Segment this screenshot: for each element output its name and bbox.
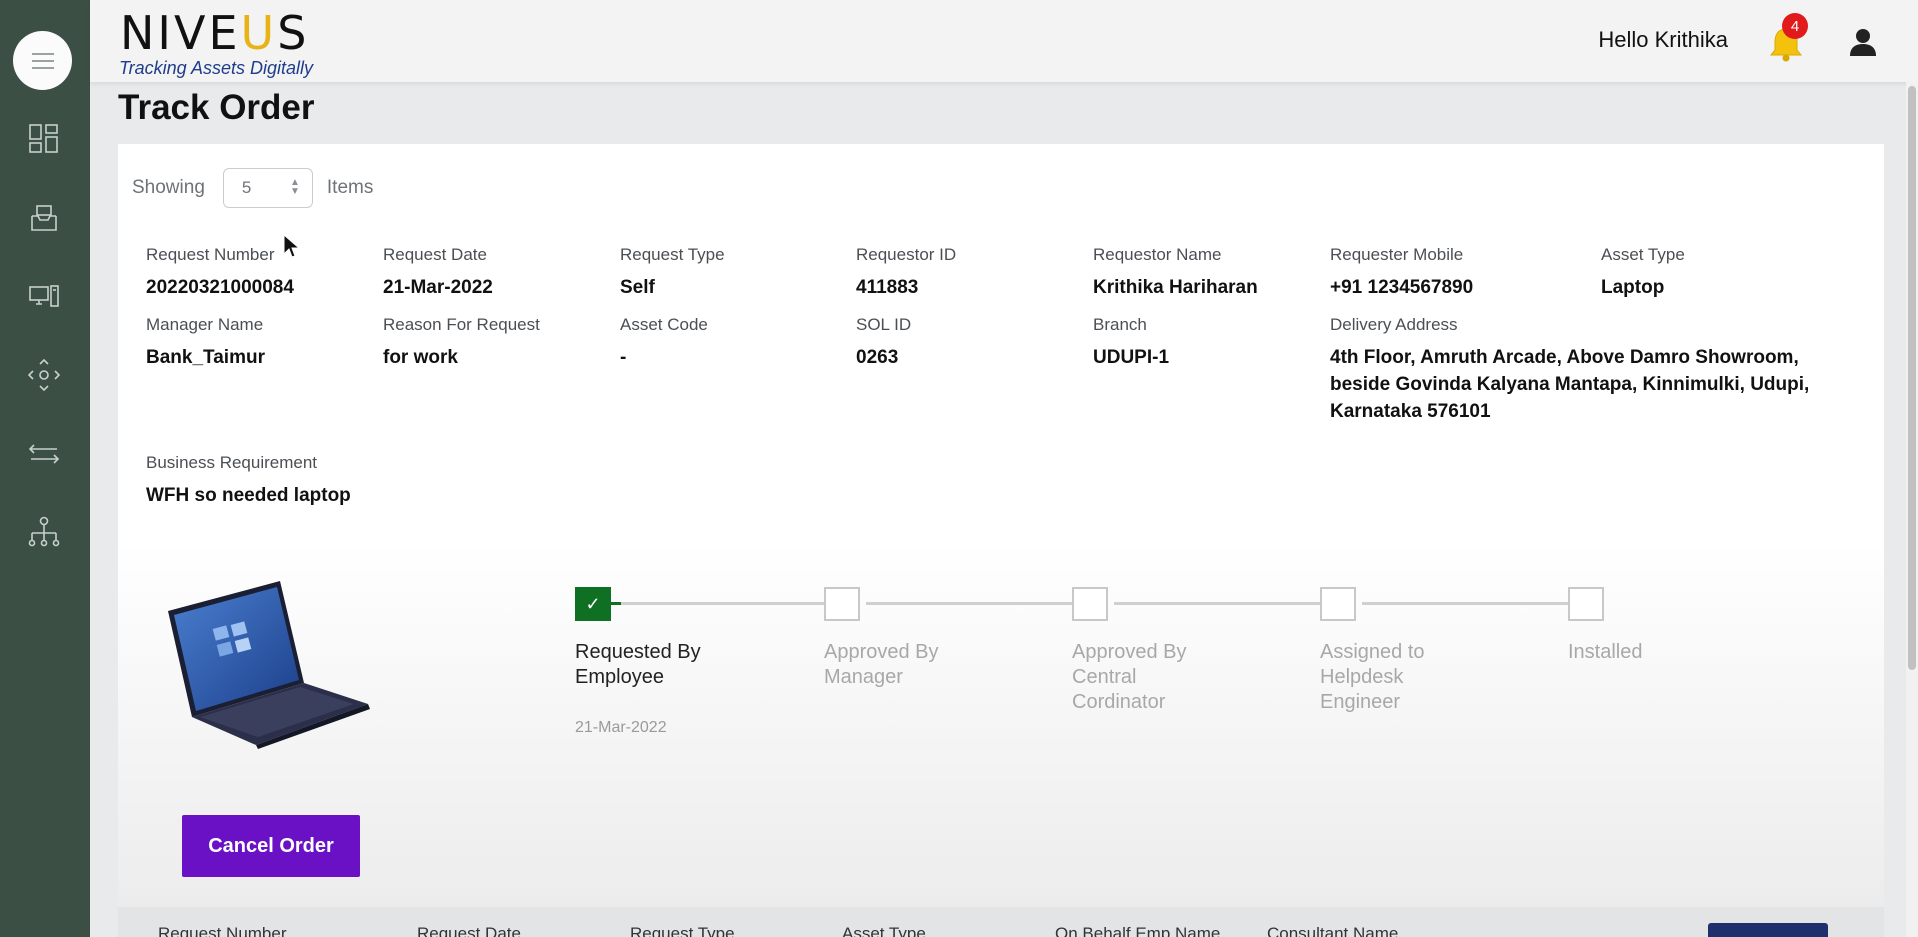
items-per-page-stepper[interactable]: 5 ▲ ▼	[222, 168, 313, 208]
field-label: SOL ID	[856, 315, 912, 334]
check-icon: ✓	[585, 593, 601, 614]
field-requestor-id: Requestor ID 411883	[856, 245, 956, 301]
field-value: Self	[620, 277, 655, 298]
step-date-requested: 21-Mar-2022	[575, 719, 667, 736]
field-value: Bank_Taimur	[146, 347, 265, 368]
field-requester-mobile: Requester Mobile +91 1234567890	[1330, 245, 1473, 301]
page-title: Track Order	[118, 88, 315, 127]
field-value: 4th Floor, Amruth Arcade, Above Damro Sh…	[1330, 347, 1810, 422]
field-label: Reason For Request	[383, 315, 540, 334]
step-label-installed: Installed	[1568, 641, 1643, 663]
field-value: Krithika Hariharan	[1093, 277, 1258, 298]
dashboard-icon[interactable]	[23, 118, 65, 160]
user-greeting: Hello Krithika	[1598, 27, 1728, 52]
step-connector	[611, 602, 621, 605]
field-value: WFH so needed laptop	[146, 485, 351, 506]
field-label: Request Number	[146, 245, 275, 264]
field-reason: Reason For Request for work	[383, 315, 540, 371]
field-label: Request Type	[620, 245, 725, 264]
field-delivery-address: Delivery Address 4th Floor, Amruth Arcad…	[1330, 315, 1860, 425]
column-header[interactable]: Request Number	[158, 924, 287, 937]
step-checkbox-installed	[1568, 587, 1604, 621]
user-icon[interactable]	[1848, 27, 1878, 57]
hierarchy-icon[interactable]	[23, 511, 65, 553]
step-label-requested: Requested By Employee	[575, 641, 701, 688]
field-label: Requester Mobile	[1330, 245, 1464, 264]
orders-table-header: Request Number Request Date Request Type…	[118, 907, 1884, 937]
field-request-number: Request Number 20220321000084	[146, 245, 294, 301]
field-asset-type: Asset Type Laptop	[1601, 245, 1685, 301]
mouse-cursor-icon	[283, 234, 301, 258]
field-label: Manager Name	[146, 315, 264, 334]
field-business-requirement: Business Requirement WFH so needed lapto…	[146, 453, 351, 509]
stepper-arrows-icon[interactable]: ▲ ▼	[290, 178, 300, 197]
brand-logo[interactable]: NIVEUS	[120, 10, 309, 56]
step-connector	[866, 602, 1078, 605]
field-value: +91 1234567890	[1330, 277, 1474, 298]
order-detail-card: Showing 5 ▲ ▼ Items Request Number 202203…	[118, 144, 1884, 907]
field-value: -	[620, 347, 627, 368]
field-value: 411883	[856, 277, 919, 298]
step-connector	[1362, 602, 1574, 605]
field-requestor-name: Requestor Name Krithika Hariharan	[1093, 245, 1258, 301]
step-checkbox-helpdesk	[1320, 587, 1356, 621]
move-icon[interactable]	[23, 354, 65, 396]
field-value: 21-Mar-2022	[383, 277, 493, 298]
laptop-image	[168, 581, 370, 749]
field-value: for work	[383, 347, 458, 368]
devices-icon[interactable]	[23, 275, 65, 317]
scrollbar-thumb[interactable]	[1908, 86, 1916, 670]
column-header[interactable]: Request Type	[630, 924, 735, 937]
table-action-button[interactable]	[1708, 923, 1828, 937]
field-label: Requestor ID	[856, 245, 957, 264]
column-header[interactable]: On Behalf Emp Name	[1055, 924, 1220, 937]
field-sol-id: SOL ID 0263	[856, 315, 911, 371]
field-value: Laptop	[1601, 277, 1665, 298]
field-branch: Branch UDUPI-1	[1093, 315, 1169, 371]
pagination-size: Showing 5 ▲ ▼ Items	[132, 168, 373, 208]
field-request-type: Request Type Self	[620, 245, 725, 301]
menu-icon[interactable]	[13, 31, 72, 90]
field-label: Business Requirement	[146, 453, 318, 472]
field-asset-code: Asset Code -	[620, 315, 708, 371]
step-label-manager: Approved By Manager	[824, 641, 939, 688]
step-label-central: Approved By Central Cordinator	[1072, 641, 1187, 713]
field-value: UDUPI-1	[1093, 347, 1170, 368]
step-checkbox-central	[1072, 587, 1108, 621]
field-label: Asset Type	[1601, 245, 1685, 264]
field-value: 0263	[856, 347, 899, 368]
items-per-page-value: 5	[241, 178, 252, 197]
step-checkbox-requested: ✓	[575, 587, 611, 621]
step-label-helpdesk: Assigned to Helpdesk Engineer	[1320, 641, 1425, 713]
field-manager-name: Manager Name Bank_Taimur	[146, 315, 265, 371]
step-checkbox-manager	[824, 587, 860, 621]
showing-label: Showing	[132, 177, 205, 198]
column-header[interactable]: Request Date	[417, 924, 521, 937]
field-label: Requestor Name	[1093, 245, 1222, 264]
field-value: 20220321000084	[146, 277, 294, 298]
column-header[interactable]: Consultant Name	[1267, 924, 1398, 937]
step-connector	[621, 602, 830, 605]
step-connector	[1114, 602, 1326, 605]
field-label: Request Date	[383, 245, 487, 264]
inbox-icon[interactable]	[23, 197, 65, 239]
column-header[interactable]: Asset Type	[842, 924, 926, 937]
items-label: Items	[326, 177, 374, 198]
field-label: Delivery Address	[1330, 315, 1458, 334]
field-request-date: Request Date 21-Mar-2022	[383, 245, 493, 301]
top-header: NIVEUS Tracking Assets Digitally Hello K…	[90, 0, 1918, 82]
cancel-order-button[interactable]: Cancel Order	[182, 815, 360, 877]
transfer-icon[interactable]	[23, 433, 65, 475]
sidebar	[0, 0, 90, 937]
brand-tagline: Tracking Assets Digitally	[119, 58, 314, 78]
field-label: Branch	[1093, 315, 1147, 334]
notification-badge: 4	[1782, 13, 1808, 39]
field-label: Asset Code	[620, 315, 708, 334]
